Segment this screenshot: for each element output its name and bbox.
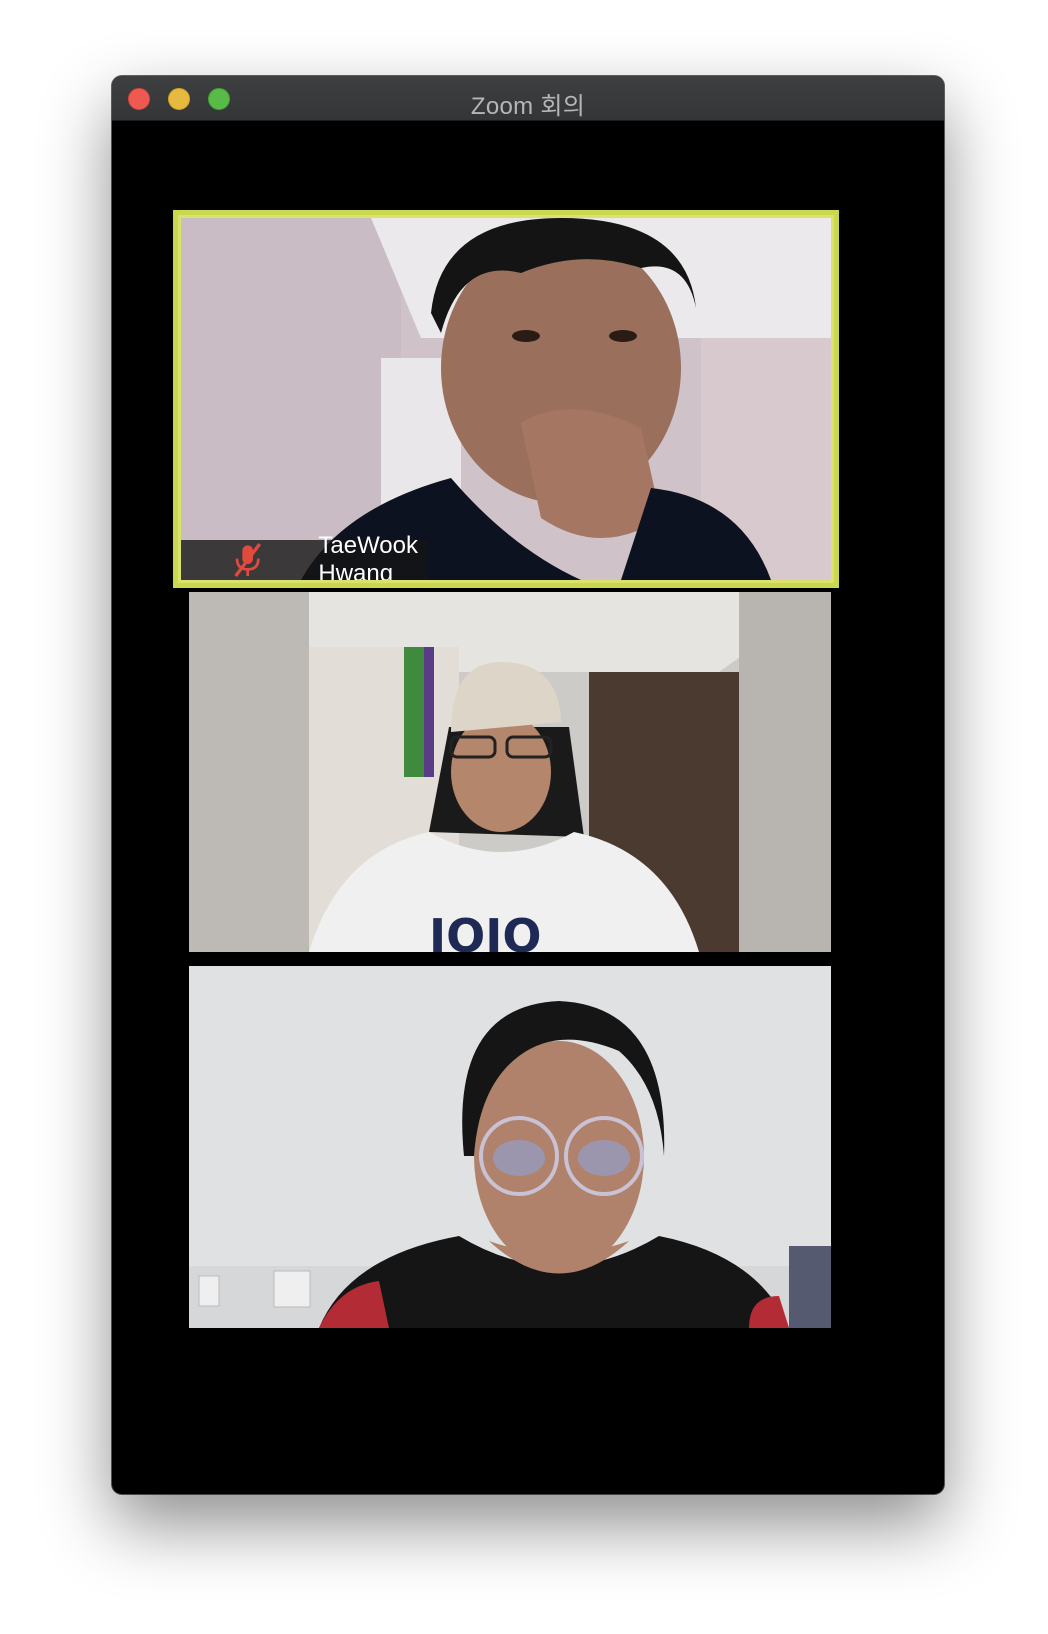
participant-video-feed xyxy=(181,218,831,580)
participant-video-tile[interactable]: TaeWook Hwang xyxy=(181,218,831,580)
participant-name-tag: TaeWook Hwang xyxy=(181,532,428,580)
title-bar[interactable]: Zoom 회의 xyxy=(112,76,944,121)
participant-video-tile[interactable] xyxy=(189,966,831,1328)
zoom-meeting-window: Zoom 회의 TaeWook Hwang IOIO xyxy=(112,76,944,1494)
participant-video-feed xyxy=(189,966,831,1328)
participant-video-tile[interactable]: IOIO xyxy=(189,592,831,952)
participant-name: TaeWook Hwang xyxy=(318,532,418,580)
participant-video-feed: IOIO xyxy=(189,592,831,952)
svg-text:IOIO: IOIO xyxy=(429,909,541,952)
microphone-muted-icon xyxy=(234,543,262,577)
window-title: Zoom 회의 xyxy=(470,93,586,120)
